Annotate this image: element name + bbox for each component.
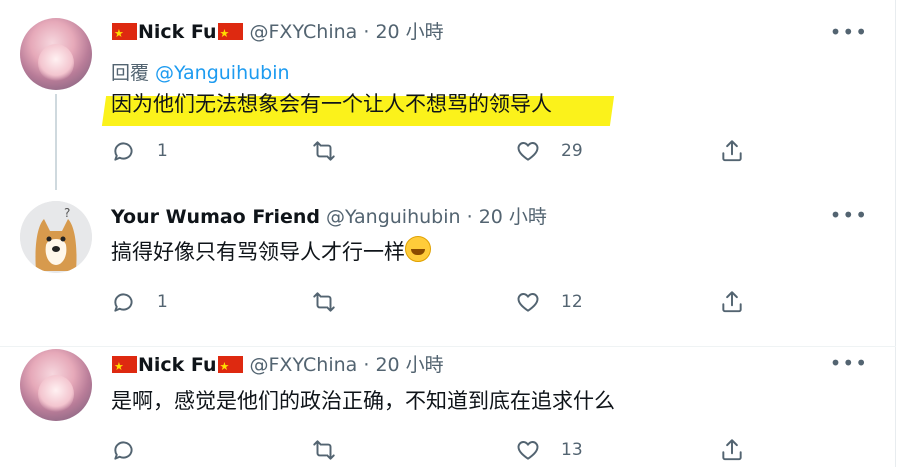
- timestamp[interactable]: 20 小時: [479, 206, 547, 228]
- retweet-icon: [313, 292, 335, 312]
- tweet[interactable]: ? Your Wumao Friend @Yanguihubin · 20 小時 …: [0, 183, 896, 347]
- tweet[interactable]: Nick Fu @FXYChina · 20 小時 ••• 回覆@Yanguihu…: [0, 0, 896, 190]
- like-icon: [517, 142, 539, 161]
- thread-connector: [55, 94, 57, 190]
- scrollbar-track[interactable]: [895, 0, 906, 467]
- china-flag-icon: [217, 20, 243, 48]
- timestamp[interactable]: 20 小時: [375, 354, 443, 376]
- grinning-sweat-emoji: [405, 236, 431, 262]
- author-name[interactable]: Nick Fu: [138, 354, 217, 376]
- like-count: 29: [561, 141, 583, 161]
- share-icon: [722, 291, 742, 313]
- reply-to-link[interactable]: @Yanguihubin: [155, 62, 290, 84]
- reply-button[interactable]: 1: [111, 287, 168, 317]
- like-button[interactable]: 12: [515, 287, 583, 317]
- svg-text:?: ?: [64, 206, 70, 220]
- avatar[interactable]: [20, 18, 92, 90]
- author-handle[interactable]: @FXYChina: [250, 21, 358, 43]
- more-icon[interactable]: •••: [830, 205, 868, 225]
- tweet-text: 是啊，感觉是他们的政治正确，不知道到底在追求什么: [111, 389, 615, 413]
- author-handle[interactable]: @Yanguihubin: [326, 206, 461, 228]
- china-flag-icon: [112, 353, 137, 381]
- reply-count: 1: [157, 292, 168, 312]
- like-count: 12: [561, 292, 583, 312]
- tweet-actions: 1 12: [111, 287, 751, 317]
- avatar[interactable]: ?: [20, 201, 92, 273]
- tweet-header: Your Wumao Friend @Yanguihubin · 20 小時: [111, 203, 547, 231]
- tweet-text-wrapper: 搞得好像只有骂领导人才行一样: [111, 236, 431, 267]
- share-button[interactable]: [719, 136, 745, 166]
- tweet-text: 搞得好像只有骂领导人才行一样: [111, 240, 405, 264]
- more-icon[interactable]: •••: [830, 22, 868, 42]
- retweet-button[interactable]: [311, 287, 357, 317]
- more-icon[interactable]: •••: [830, 353, 868, 373]
- tweet-actions: 13: [111, 435, 751, 465]
- avatar[interactable]: [20, 349, 92, 421]
- reply-count: 1: [157, 141, 168, 161]
- share-icon: [722, 140, 742, 162]
- reply-icon: [114, 142, 133, 161]
- reply-icon: [114, 293, 133, 312]
- tweet-text: 因为他们无法想象会有一个让人不想骂的领导人: [111, 92, 552, 116]
- retweet-button[interactable]: [311, 435, 357, 465]
- reply-prefix: 回覆: [111, 62, 150, 84]
- china-flag-icon: [217, 353, 243, 381]
- tweet-header: Nick Fu @FXYChina · 20 小時: [111, 351, 444, 381]
- shiba-dog-icon: ?: [20, 201, 92, 273]
- china-flag-icon: [112, 20, 137, 48]
- retweet-icon: [313, 440, 335, 460]
- reply-icon: [114, 441, 133, 460]
- like-icon: [517, 293, 539, 312]
- like-button[interactable]: 29: [515, 136, 583, 166]
- meta-separator: ·: [363, 354, 370, 376]
- tweet[interactable]: Nick Fu @FXYChina · 20 小時 ••• 是啊，感觉是他们的政治…: [0, 347, 896, 467]
- retweet-button[interactable]: [311, 136, 357, 166]
- meta-separator: ·: [466, 206, 473, 228]
- timestamp[interactable]: 20 小時: [375, 21, 443, 43]
- reply-button[interactable]: 1: [111, 136, 168, 166]
- reply-button[interactable]: [111, 435, 157, 465]
- like-icon: [517, 441, 539, 460]
- share-button[interactable]: [719, 435, 745, 465]
- tweet-header: Nick Fu @FXYChina · 20 小時: [111, 18, 444, 48]
- author-name[interactable]: Nick Fu: [138, 21, 217, 43]
- share-icon: [722, 439, 742, 461]
- share-button[interactable]: [719, 287, 745, 317]
- retweet-icon: [313, 141, 335, 161]
- like-button[interactable]: 13: [515, 435, 583, 465]
- like-count: 13: [561, 440, 583, 460]
- reply-context: 回覆 @Yanguihubin: [111, 58, 290, 85]
- author-handle[interactable]: @FXYChina: [250, 354, 358, 376]
- author-name[interactable]: Your Wumao Friend: [111, 206, 320, 228]
- tweet-actions: 1 29: [111, 136, 751, 166]
- meta-separator: ·: [363, 21, 370, 43]
